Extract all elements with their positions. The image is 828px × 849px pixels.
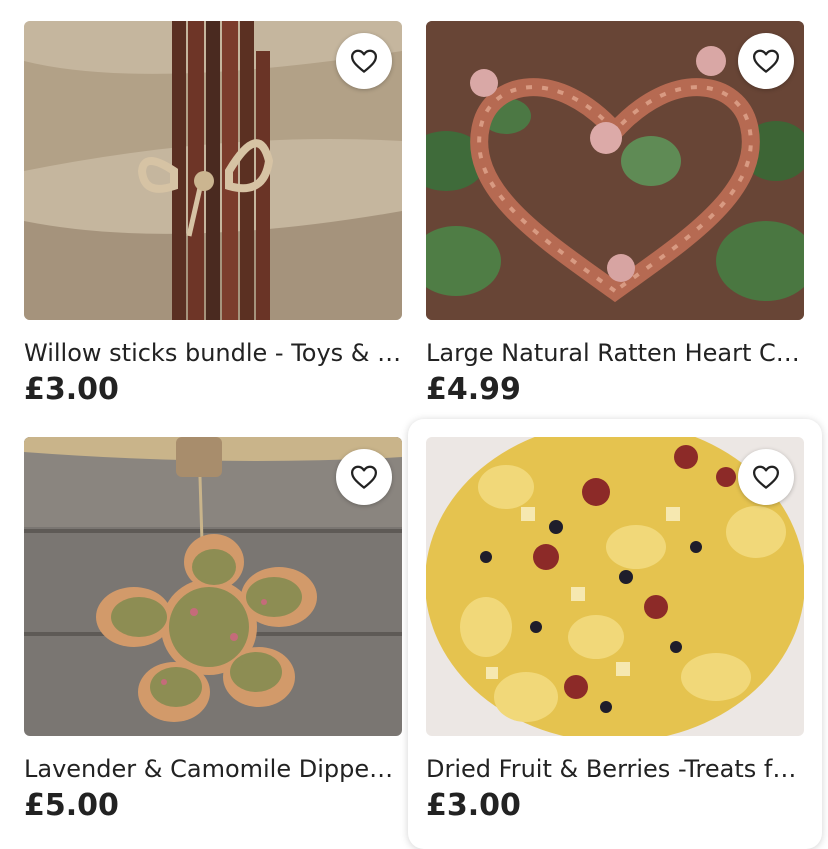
listing-title[interactable]: Willow sticks bundle - Toys & Chews for … [24, 338, 402, 368]
listing-price: £4.99 [426, 372, 521, 407]
heart-outline-icon [753, 49, 779, 73]
favorite-button[interactable] [336, 449, 392, 505]
listing-image[interactable] [24, 437, 402, 736]
listing-title[interactable]: Lavender & Camomile Dipped Flower [24, 754, 402, 784]
listing-card-dried-fruit[interactable]: Dried Fruit & Berries -Treats for small … [426, 437, 804, 824]
listing-card-willow-sticks[interactable]: Willow sticks bundle - Toys & Chews for … [24, 21, 402, 408]
listing-price: £5.00 [24, 788, 119, 823]
favorite-button[interactable] [336, 33, 392, 89]
heart-outline-icon [753, 465, 779, 489]
heart-outline-icon [351, 465, 377, 489]
listing-price: £3.00 [426, 788, 521, 823]
listing-image[interactable] [426, 437, 804, 736]
favorite-button[interactable] [738, 449, 794, 505]
listing-price: £3.00 [24, 372, 119, 407]
heart-outline-icon [351, 49, 377, 73]
listing-title[interactable]: Dried Fruit & Berries -Treats for small … [426, 754, 804, 784]
listing-card-ratten-heart[interactable]: Large Natural Ratten Heart Chew £4.99 [426, 21, 804, 408]
favorite-button[interactable] [738, 33, 794, 89]
listing-title[interactable]: Large Natural Ratten Heart Chew [426, 338, 804, 368]
listing-image[interactable] [426, 21, 804, 320]
listing-card-lavender-flower[interactable]: Lavender & Camomile Dipped Flower £5.00 [24, 437, 402, 824]
listing-image[interactable] [24, 21, 402, 320]
